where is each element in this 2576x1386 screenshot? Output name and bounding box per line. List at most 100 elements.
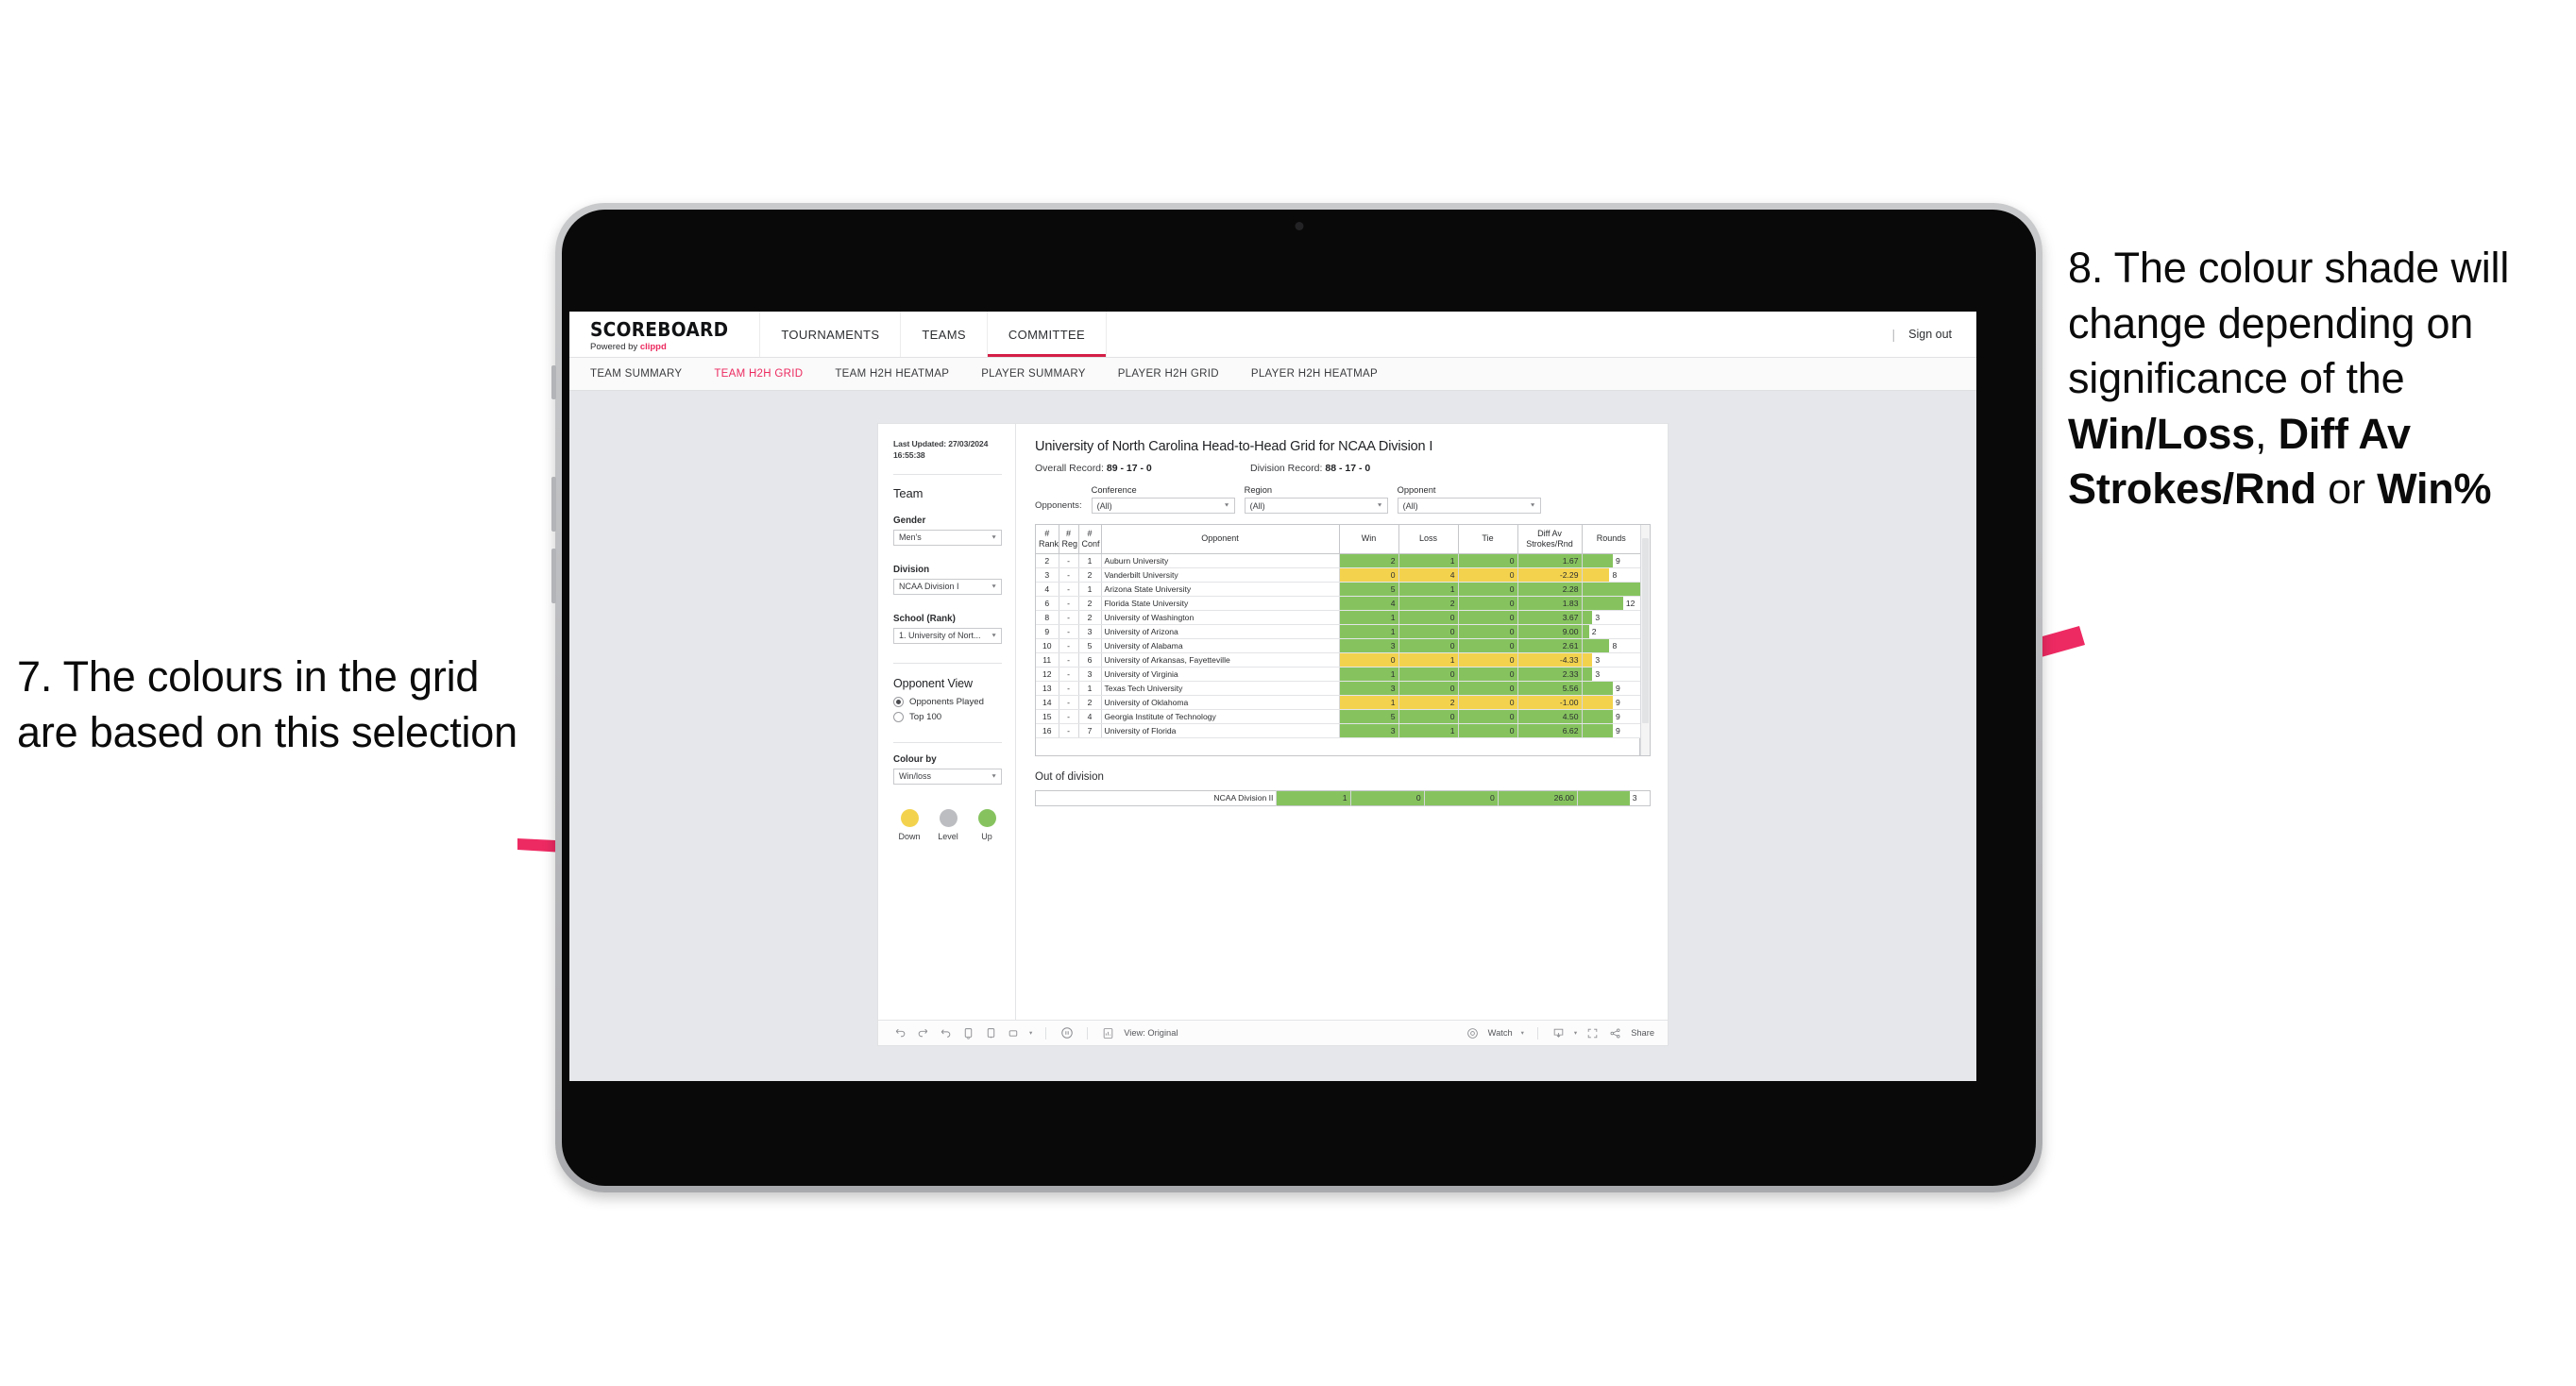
- ood-cell-diff: 26.00: [1498, 790, 1579, 806]
- cell-win: 1: [1339, 667, 1399, 682]
- table-row[interactable]: 3-2 Vanderbilt University 0 4 0 -2.29 8: [1036, 567, 1640, 583]
- table-row[interactable]: 6-2 Florida State University 4 2 0 1.83 12: [1036, 596, 1640, 611]
- topbar-divider: |: [1891, 327, 1896, 342]
- undo-icon[interactable]: [893, 1026, 907, 1040]
- chevron-down-icon: ▼: [1376, 502, 1383, 509]
- alerts-icon[interactable]: [1007, 1026, 1021, 1040]
- cell-win: 1: [1339, 695, 1399, 710]
- grid-scrollbar-thumb[interactable]: [1642, 538, 1649, 723]
- cell-tie: 0: [1458, 638, 1518, 653]
- topnav-item-committee[interactable]: COMMITTEE: [987, 312, 1108, 357]
- subnav-item-player-h2h-grid[interactable]: PLAYER H2H GRID: [1118, 368, 1219, 380]
- table-row[interactable]: 11-6 University of Arkansas, Fayetteville…: [1036, 652, 1640, 668]
- watch-icon[interactable]: [1466, 1026, 1480, 1040]
- volume-down-button[interactable]: [551, 549, 556, 603]
- radio-icon-selected: [893, 696, 904, 707]
- cell-rank: 12: [1036, 667, 1059, 682]
- pause-refresh-icon[interactable]: [984, 1026, 998, 1040]
- school-rank-select[interactable]: 1. University of Nort... ▼: [893, 627, 1002, 644]
- rounds-value: 3: [1595, 668, 1601, 679]
- cell-rounds: 9: [1582, 681, 1640, 696]
- table-row[interactable]: 8-2 University of Washington 1 0 0 3.67 3: [1036, 610, 1640, 625]
- revert-icon[interactable]: [939, 1026, 953, 1040]
- view-icon[interactable]: [1101, 1026, 1115, 1040]
- cell-reg: -: [1059, 652, 1079, 668]
- table-row[interactable]: 4-1Arizona State University5102.2817: [1036, 582, 1640, 597]
- subnav-item-team-h2h-grid[interactable]: TEAM H2H GRID: [714, 368, 803, 380]
- sign-out-link[interactable]: Sign out: [1908, 328, 1952, 341]
- cell-reg: -: [1059, 582, 1079, 597]
- download-icon[interactable]: [1551, 1026, 1566, 1040]
- topnav-item-tournaments[interactable]: TOURNAMENTS: [760, 312, 902, 357]
- cell-rounds: 9: [1582, 709, 1640, 724]
- table-row[interactable]: 13-1 Texas Tech University 3 0 0 5.56 9: [1036, 681, 1640, 696]
- gender-select[interactable]: Men's ▼: [893, 529, 1002, 546]
- cell-tie: 0: [1458, 723, 1518, 738]
- chevron-down-icon[interactable]: ▾: [1029, 1029, 1032, 1037]
- legend-label-up: Up: [981, 831, 992, 841]
- chevron-down-icon[interactable]: ▾: [1521, 1029, 1524, 1037]
- share-label[interactable]: Share: [1631, 1028, 1654, 1038]
- subnav-item-player-h2h-heatmap[interactable]: PLAYER H2H HEATMAP: [1251, 368, 1378, 380]
- out-of-division-row[interactable]: NCAA Division II 1 0 0 26.00 3: [1035, 790, 1651, 806]
- col-opponent: Opponent: [1101, 525, 1340, 554]
- annotation-8-sep1: ,: [2255, 409, 2279, 458]
- grid-scrollbar[interactable]: [1640, 525, 1650, 755]
- colour-by-select[interactable]: Win/loss ▼: [893, 768, 1002, 785]
- refresh-icon[interactable]: [961, 1026, 975, 1040]
- rounds-bar: [1582, 681, 1614, 695]
- brand-logo[interactable]: SCOREBOARD Powered by clippd: [569, 312, 761, 357]
- rounds-bar: [1582, 624, 1589, 638]
- table-row[interactable]: 14-2 University of Oklahoma 1 2 0 -1.00 9: [1036, 695, 1640, 710]
- table-row[interactable]: 2-1 Auburn University 2 1 0 1.67 9: [1036, 553, 1640, 568]
- chevron-down-icon[interactable]: ▾: [1574, 1029, 1577, 1037]
- annotation-7-text: 7. The colours in the grid are based on …: [17, 652, 517, 756]
- legend-item-level: Level: [934, 808, 962, 841]
- filter-conference-label: Conference: [1091, 485, 1137, 495]
- ood-rounds-bar: [1578, 790, 1630, 805]
- radio-opponents-played[interactable]: Opponents Played: [893, 696, 1002, 707]
- subnav-item-player-summary[interactable]: PLAYER SUMMARY: [981, 368, 1086, 380]
- table-row[interactable]: 15-4 Georgia Institute of Technology 5 0 0 4.…: [1036, 709, 1640, 724]
- cell-conf: 4: [1078, 709, 1102, 724]
- filter-conference-select[interactable]: (All) ▼: [1091, 498, 1235, 514]
- power-button[interactable]: [551, 365, 556, 399]
- table-row[interactable]: 9-3 University of Arizona 1 0 0 9.00 2: [1036, 624, 1640, 639]
- volume-up-button[interactable]: [551, 477, 556, 532]
- cell-opponent: Arizona State University: [1101, 582, 1340, 597]
- cell-tie: 0: [1458, 596, 1518, 611]
- cell-conf: 2: [1078, 567, 1102, 583]
- cell-opponent: University of Florida: [1101, 723, 1340, 738]
- radio-top-100[interactable]: Top 100: [893, 711, 1002, 722]
- fullscreen-icon[interactable]: [1585, 1026, 1600, 1040]
- filter-opponent-select[interactable]: (All) ▼: [1397, 498, 1541, 514]
- panel-divider-1: [893, 473, 1002, 475]
- rounds-bar: [1582, 610, 1593, 624]
- col-tie: Tie: [1458, 525, 1518, 554]
- redo-icon[interactable]: [916, 1026, 930, 1040]
- share-icon[interactable]: [1608, 1026, 1622, 1040]
- cell-win: 0: [1339, 652, 1399, 668]
- cell-rounds: 8: [1582, 567, 1640, 583]
- division-select[interactable]: NCAA Division I ▼: [893, 578, 1002, 595]
- cell-rank: 11: [1036, 652, 1059, 668]
- watch-label[interactable]: Watch: [1488, 1028, 1513, 1038]
- chevron-down-icon: ▼: [991, 773, 997, 780]
- subnav-item-team-summary[interactable]: TEAM SUMMARY: [590, 368, 682, 380]
- cell-win: 3: [1339, 723, 1399, 738]
- view-original-label[interactable]: View: Original: [1124, 1028, 1178, 1038]
- grid-table: # Rank # Reg # Conf Opponent Win Loss Ti…: [1036, 525, 1640, 738]
- cell-diff: 2.33: [1517, 667, 1583, 682]
- cell-rounds: 9: [1582, 723, 1640, 738]
- panel-divider-3: [893, 741, 1002, 743]
- table-row[interactable]: 16-7 University of Florida 3 1 0 6.62 9: [1036, 723, 1640, 738]
- table-row[interactable]: 12-3 University of Virginia 1 0 0 2.33 3: [1036, 667, 1640, 682]
- legend-item-up: Up: [973, 808, 1001, 841]
- division-record: Division Record: 88 - 17 - 0: [1250, 463, 1370, 474]
- pause-icon[interactable]: [1059, 1026, 1074, 1040]
- table-row[interactable]: 10-5 University of Alabama 3 0 0 2.61 8: [1036, 638, 1640, 653]
- cell-tie: 0: [1458, 567, 1518, 583]
- filter-region-select[interactable]: (All) ▼: [1244, 498, 1388, 514]
- subnav-item-team-h2h-heatmap[interactable]: TEAM H2H HEATMAP: [835, 368, 949, 380]
- topnav-item-teams[interactable]: TEAMS: [901, 312, 988, 357]
